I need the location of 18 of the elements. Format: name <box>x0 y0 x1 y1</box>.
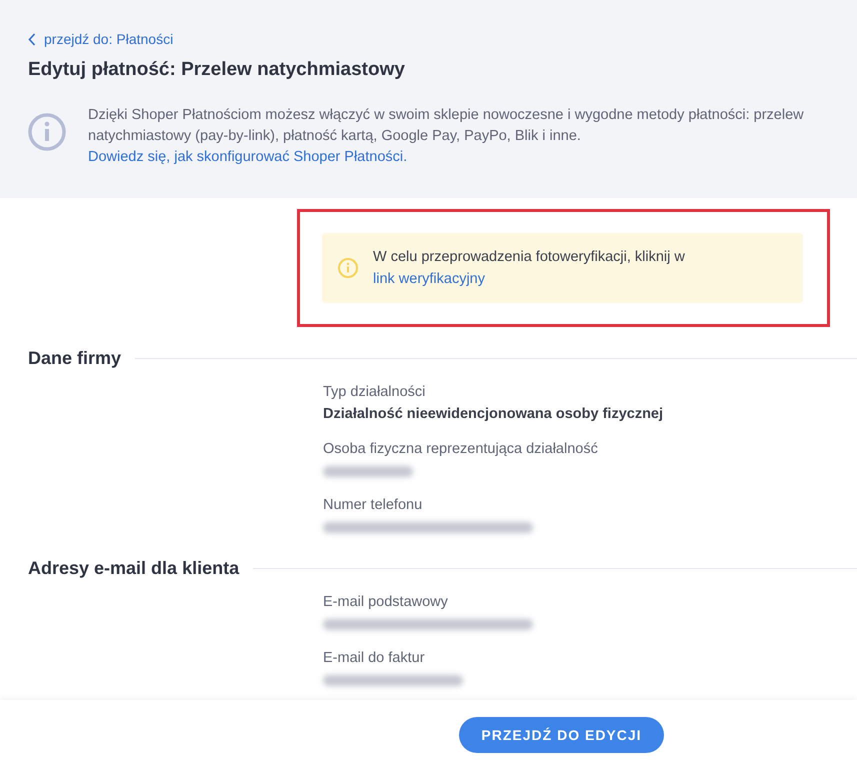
info-icon <box>28 112 66 150</box>
section-title: Dane firmy <box>28 346 122 370</box>
verification-link[interactable]: link weryfikacyjny <box>373 270 485 286</box>
alert-text: W celu przeprowadzenia fotoweryfikacji, kliknij w link weryfikacyjny <box>373 248 686 288</box>
back-link[interactable]: przejdź do: Płatności <box>28 29 174 50</box>
field-label: Typ działalności <box>323 382 426 402</box>
field-label: Osoba fizyczna reprezentująca działalność <box>323 440 599 458</box>
field-label: Numer telefonu <box>323 496 424 514</box>
info-text: Dzięki Shoper Płatnościom możesz włączyć w swoim sklepie nowoczesne i wygodne metody płatności: przelew natychmiastowy (pay-by-link), płatność kartą, Google Pay, PayPo, Blik i inne. <box>88 106 805 146</box>
field-label: E-mail podstawowy <box>323 592 449 612</box>
edit-button[interactable]: PRZEJDŹ DO EDYCJI <box>459 717 664 753</box>
field-label: E-mail do faktur <box>323 648 426 668</box>
section-title: Adresy e-mail dla klienta <box>28 556 240 580</box>
configure-link[interactable]: Dowiedz się, jak skonfigurować Shoper Płatności. <box>88 146 408 168</box>
chevron-left-icon <box>28 33 36 46</box>
info-icon <box>337 256 359 278</box>
page-title: Edytuj płatność: Przelew natychmiastowy <box>28 58 406 82</box>
field-value: Działalność nieewidencjonowana osoby fizycznej <box>323 404 664 424</box>
